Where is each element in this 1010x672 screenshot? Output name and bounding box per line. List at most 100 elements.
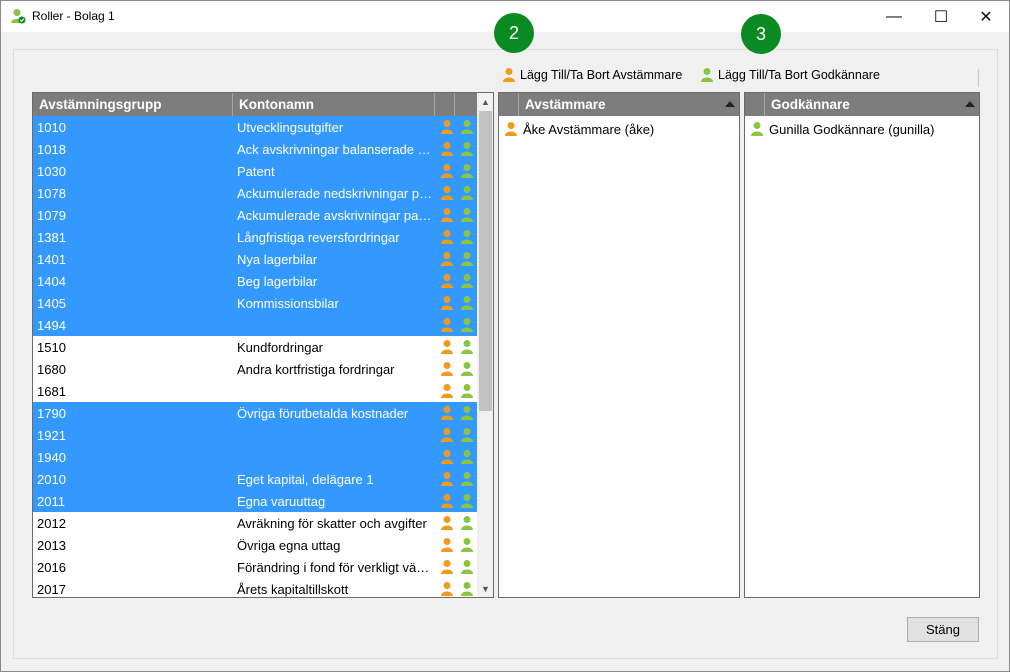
minimize-button[interactable]: — <box>871 1 917 32</box>
group-cell: 2017 <box>37 582 66 597</box>
approver-list[interactable]: Godkännare Gunilla Godkännare (gunilla) <box>744 92 980 598</box>
table-row[interactable]: 2012 Avräkning för skatter och avgifter <box>33 512 477 534</box>
user-orange-icon[interactable] <box>439 471 455 487</box>
user-orange-icon[interactable] <box>439 119 455 135</box>
table-row[interactable]: 2017 Årets kapitaltillskott <box>33 578 477 597</box>
group-cell: 1680 <box>37 362 66 377</box>
close-button[interactable]: Stäng <box>907 617 979 642</box>
user-orange-icon[interactable] <box>439 141 455 157</box>
account-name-cell: Långfristiga reversfordringar <box>237 230 400 245</box>
grid-scrollbar[interactable]: ▲ ▼ <box>477 93 493 597</box>
reconciler-header-stub <box>499 93 519 116</box>
user-green-icon[interactable] <box>459 405 475 421</box>
account-name-cell: Övriga egna uttag <box>237 538 341 553</box>
table-row[interactable]: 1790 Övriga förutbetalda kostnader <box>33 402 477 424</box>
user-orange-icon[interactable] <box>439 273 455 289</box>
user-green-icon[interactable] <box>459 581 475 597</box>
user-orange-icon[interactable] <box>439 251 455 267</box>
table-row[interactable]: 1940 <box>33 446 477 468</box>
user-orange-icon[interactable] <box>439 339 455 355</box>
user-green-icon[interactable] <box>459 471 475 487</box>
table-row[interactable]: 1680 Andra kortfristiga fordringar <box>33 358 477 380</box>
reconciler-list[interactable]: Avstämmare Åke Avstämmare (åke) <box>498 92 740 598</box>
group-cell: 1681 <box>37 384 66 399</box>
table-row[interactable]: 1494 <box>33 314 477 336</box>
user-green-icon[interactable] <box>459 449 475 465</box>
user-orange-icon[interactable] <box>439 581 455 597</box>
column-header-group[interactable]: Avstämningsgrupp <box>33 93 233 116</box>
maximize-button[interactable]: ☐ <box>918 1 964 32</box>
user-green-icon[interactable] <box>459 339 475 355</box>
add-remove-reconciler-button[interactable]: Lägg Till/Ta Bort Avstämmare <box>501 65 682 85</box>
table-row[interactable]: 2013 Övriga egna uttag <box>33 534 477 556</box>
user-orange-icon[interactable] <box>439 163 455 179</box>
table-row[interactable]: 2016 Förändring i fond för verkligt värde <box>33 556 477 578</box>
column-header-account[interactable]: Kontonamn <box>233 93 435 116</box>
user-orange-icon[interactable] <box>439 383 455 399</box>
approver-list-header[interactable]: Godkännare <box>745 93 979 116</box>
user-orange-icon <box>505 122 517 136</box>
user-green-icon[interactable] <box>459 383 475 399</box>
user-green-icon[interactable] <box>459 515 475 531</box>
table-row[interactable]: 1079 Ackumulerade avskrivningar patent <box>33 204 477 226</box>
table-row[interactable]: 1078 Ackumulerade nedskrivningar patent <box>33 182 477 204</box>
window-title: Roller - Bolag 1 <box>32 9 115 23</box>
table-row[interactable]: 1401 Nya lagerbilar <box>33 248 477 270</box>
table-row[interactable]: 1681 <box>33 380 477 402</box>
account-name-cell: Avräkning för skatter och avgifter <box>237 516 427 531</box>
table-row[interactable]: 1921 <box>33 424 477 446</box>
table-row[interactable]: 1510 Kundfordringar <box>33 336 477 358</box>
user-green-icon[interactable] <box>459 493 475 509</box>
grid-body: 1010 Utvecklingsutgifter 1018 Ack avskrivni… <box>33 116 477 597</box>
user-green-icon[interactable] <box>459 229 475 245</box>
user-orange-icon[interactable] <box>439 493 455 509</box>
user-orange-icon[interactable] <box>439 361 455 377</box>
user-green-icon[interactable] <box>459 537 475 553</box>
table-row[interactable]: 2011 Egna varuuttag <box>33 490 477 512</box>
scroll-up-icon[interactable]: ▲ <box>477 93 493 110</box>
user-orange-icon[interactable] <box>439 449 455 465</box>
user-green-icon[interactable] <box>459 141 475 157</box>
table-row[interactable]: 1030 Patent <box>33 160 477 182</box>
user-green-icon[interactable] <box>459 273 475 289</box>
group-cell: 1010 <box>37 120 66 135</box>
user-orange-icon[interactable] <box>439 515 455 531</box>
user-green-icon[interactable] <box>459 185 475 201</box>
reconciler-list-header[interactable]: Avstämmare <box>499 93 739 116</box>
reconciler-item[interactable]: Åke Avstämmare (åke) <box>503 121 654 137</box>
scroll-thumb[interactable] <box>479 111 492 411</box>
add-remove-approver-button[interactable]: Lägg Till/Ta Bort Godkännare <box>699 65 880 85</box>
table-row[interactable]: 1404 Beg lagerbilar <box>33 270 477 292</box>
user-orange-icon[interactable] <box>439 229 455 245</box>
user-orange-icon[interactable] <box>439 427 455 443</box>
approver-item[interactable]: Gunilla Godkännare (gunilla) <box>749 121 934 137</box>
user-orange-icon[interactable] <box>439 405 455 421</box>
reconciler-item-label: Åke Avstämmare (åke) <box>523 121 655 137</box>
user-green-icon <box>701 68 713 82</box>
user-orange-icon[interactable] <box>439 295 455 311</box>
user-green-icon[interactable] <box>459 163 475 179</box>
user-green-icon[interactable] <box>459 427 475 443</box>
user-green-icon[interactable] <box>459 317 475 333</box>
user-green-icon[interactable] <box>459 207 475 223</box>
table-row[interactable]: 1405 Kommissionsbilar <box>33 292 477 314</box>
user-green-icon[interactable] <box>459 251 475 267</box>
table-row[interactable]: 2010 Eget kapital, delägare 1 <box>33 468 477 490</box>
account-grid[interactable]: Avstämningsgrupp Kontonamn 1010 Utvecklin… <box>32 92 494 598</box>
user-orange-icon[interactable] <box>439 559 455 575</box>
user-green-icon[interactable] <box>459 295 475 311</box>
scroll-down-icon[interactable]: ▼ <box>477 580 493 597</box>
table-row[interactable]: 1018 Ack avskrivningar balanserade utveck… <box>33 138 477 160</box>
group-cell: 1790 <box>37 406 66 421</box>
user-orange-icon[interactable] <box>439 207 455 223</box>
user-green-icon[interactable] <box>459 119 475 135</box>
user-orange-icon[interactable] <box>439 317 455 333</box>
user-green-icon[interactable] <box>459 559 475 575</box>
user-green-icon[interactable] <box>459 361 475 377</box>
close-window-button[interactable]: ✕ <box>963 1 1009 32</box>
add-remove-approver-label: Lägg Till/Ta Bort Godkännare <box>718 68 880 82</box>
table-row[interactable]: 1381 Långfristiga reversfordringar <box>33 226 477 248</box>
user-orange-icon[interactable] <box>439 185 455 201</box>
table-row[interactable]: 1010 Utvecklingsutgifter <box>33 116 477 138</box>
user-orange-icon[interactable] <box>439 537 455 553</box>
